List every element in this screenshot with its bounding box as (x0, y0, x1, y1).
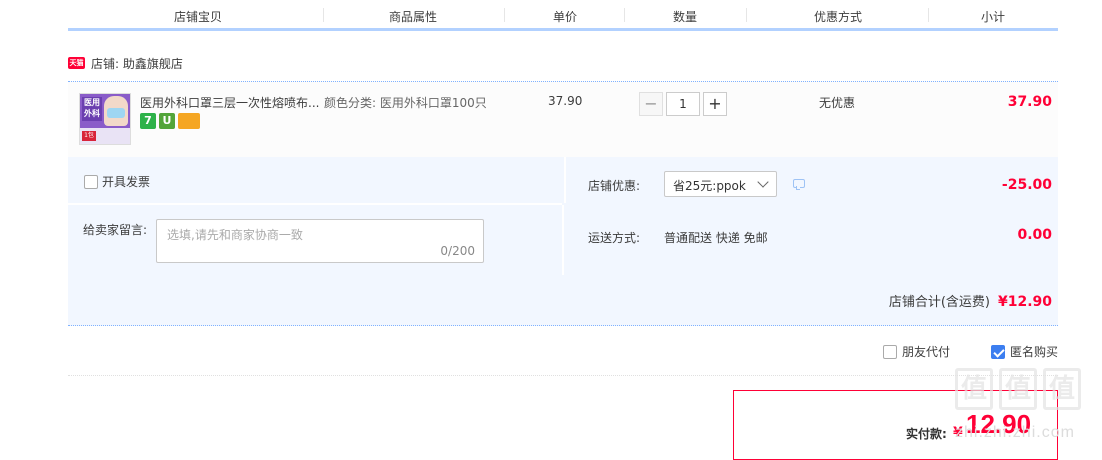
quantity-decrease-button[interactable]: − (639, 92, 663, 116)
anonymous-buy-option[interactable]: 匿名购买 (991, 343, 1058, 360)
seller-message-input[interactable]: 选填,请先和商家协商一致 0/200 (156, 219, 484, 263)
watermark-logo: 值 值 值 (955, 368, 1081, 410)
shop-total-label: 店铺合计(含运费) (888, 295, 990, 310)
thumb-text: 医用外科 (82, 97, 102, 121)
watermark-char: 值 (1043, 368, 1081, 410)
header-col-price: 单价 (552, 10, 577, 24)
header-divider (928, 8, 929, 22)
guarantee-icon[interactable]: U (159, 113, 175, 129)
shipping-amount: 0.00 (1017, 227, 1052, 243)
invoice-checkbox-label[interactable]: 开具发票 (84, 173, 150, 190)
quantity-stepper: − 1 + (639, 92, 727, 116)
service-icons: 7 U (140, 113, 200, 129)
header-divider (504, 8, 505, 22)
shop-name[interactable]: 店铺: 助鑫旗舰店 (91, 55, 183, 72)
product-title[interactable]: 医用外科口罩三层一次性熔喷布... (140, 94, 320, 111)
message-label: 给卖家留言: (83, 223, 148, 237)
thumb-tag: 1包 (82, 131, 96, 141)
cart-table-header: 店铺宝贝 商品属性 单价 数量 优惠方式 小计 (68, 0, 1058, 31)
chevron-down-icon (757, 176, 769, 188)
watermark-site: zhi.zhi.zhi.com (955, 424, 1075, 441)
shop-total-line: 店铺合计(含运费) ¥12.90 (889, 291, 1052, 310)
header-col-attr: 商品属性 (388, 10, 437, 24)
message-placeholder: 选填,请先和商家协商一致 (167, 228, 303, 242)
quantity-increase-button[interactable]: + (703, 92, 727, 116)
friend-pay-label: 朋友代付 (902, 345, 951, 359)
item-promotion: 无优惠 (819, 96, 856, 110)
header-col-qty: 数量 (672, 10, 697, 24)
watermark-char: 值 (999, 368, 1037, 410)
header-divider (323, 8, 324, 22)
credit-card-icon[interactable] (178, 113, 200, 129)
shop-discount-value: 省25元:ppok (673, 179, 746, 193)
invoice-checkbox[interactable] (84, 174, 98, 189)
message-char-count: 0/200 (440, 244, 475, 258)
quantity-input[interactable]: 1 (666, 92, 700, 116)
shop-discount-amount: -25.00 (1001, 177, 1052, 193)
unit-price: 37.90 (548, 94, 583, 108)
anonymous-checkbox-checked[interactable] (991, 344, 1005, 359)
thumb-mask-graphic (107, 108, 125, 118)
header-col-subtotal: 小计 (980, 10, 1005, 24)
item-subtotal: 37.90 (1007, 94, 1052, 110)
product-thumbnail[interactable]: 医用外科 1包 (79, 93, 131, 145)
tmall-badge-icon: 天猫 (68, 57, 85, 69)
shop-line: 天猫 店铺: 助鑫旗舰店 (68, 55, 183, 71)
friend-pay-checkbox[interactable] (883, 344, 897, 359)
invoice-label: 开具发票 (102, 175, 151, 189)
product-attribute: 颜色分类: 医用外科口罩100只 (324, 96, 487, 110)
shop-discount-label: 店铺优惠: (588, 179, 641, 193)
shipping-method: 普通配送 快递 免邮 (664, 231, 768, 245)
shipping-label: 运送方式: (588, 231, 641, 245)
pay-label: 实付款: (906, 427, 947, 441)
chat-bubble-icon[interactable] (793, 179, 805, 190)
section-divider (68, 375, 1058, 376)
header-divider (624, 8, 625, 22)
seven-day-return-icon[interactable]: 7 (140, 113, 156, 129)
header-col-item: 店铺宝贝 (173, 10, 222, 24)
friend-pay-option[interactable]: 朋友代付 (883, 343, 950, 360)
anonymous-label: 匿名购买 (1010, 345, 1059, 359)
shop-total-value: ¥12.90 (997, 294, 1052, 310)
shop-discount-select[interactable]: 省25元:ppok (664, 171, 777, 197)
watermark-char: 值 (955, 368, 993, 410)
header-col-promo: 优惠方式 (813, 10, 862, 24)
cart-item-row: 医用外科 1包 医用外科口罩三层一次性熔喷布... 7 U 颜色分类: 医用外科… (68, 81, 1058, 159)
order-detail-panel: 开具发票 给卖家留言: 选填,请先和商家协商一致 0/200 店铺优惠: 省25… (68, 157, 1058, 326)
header-divider (746, 8, 747, 22)
